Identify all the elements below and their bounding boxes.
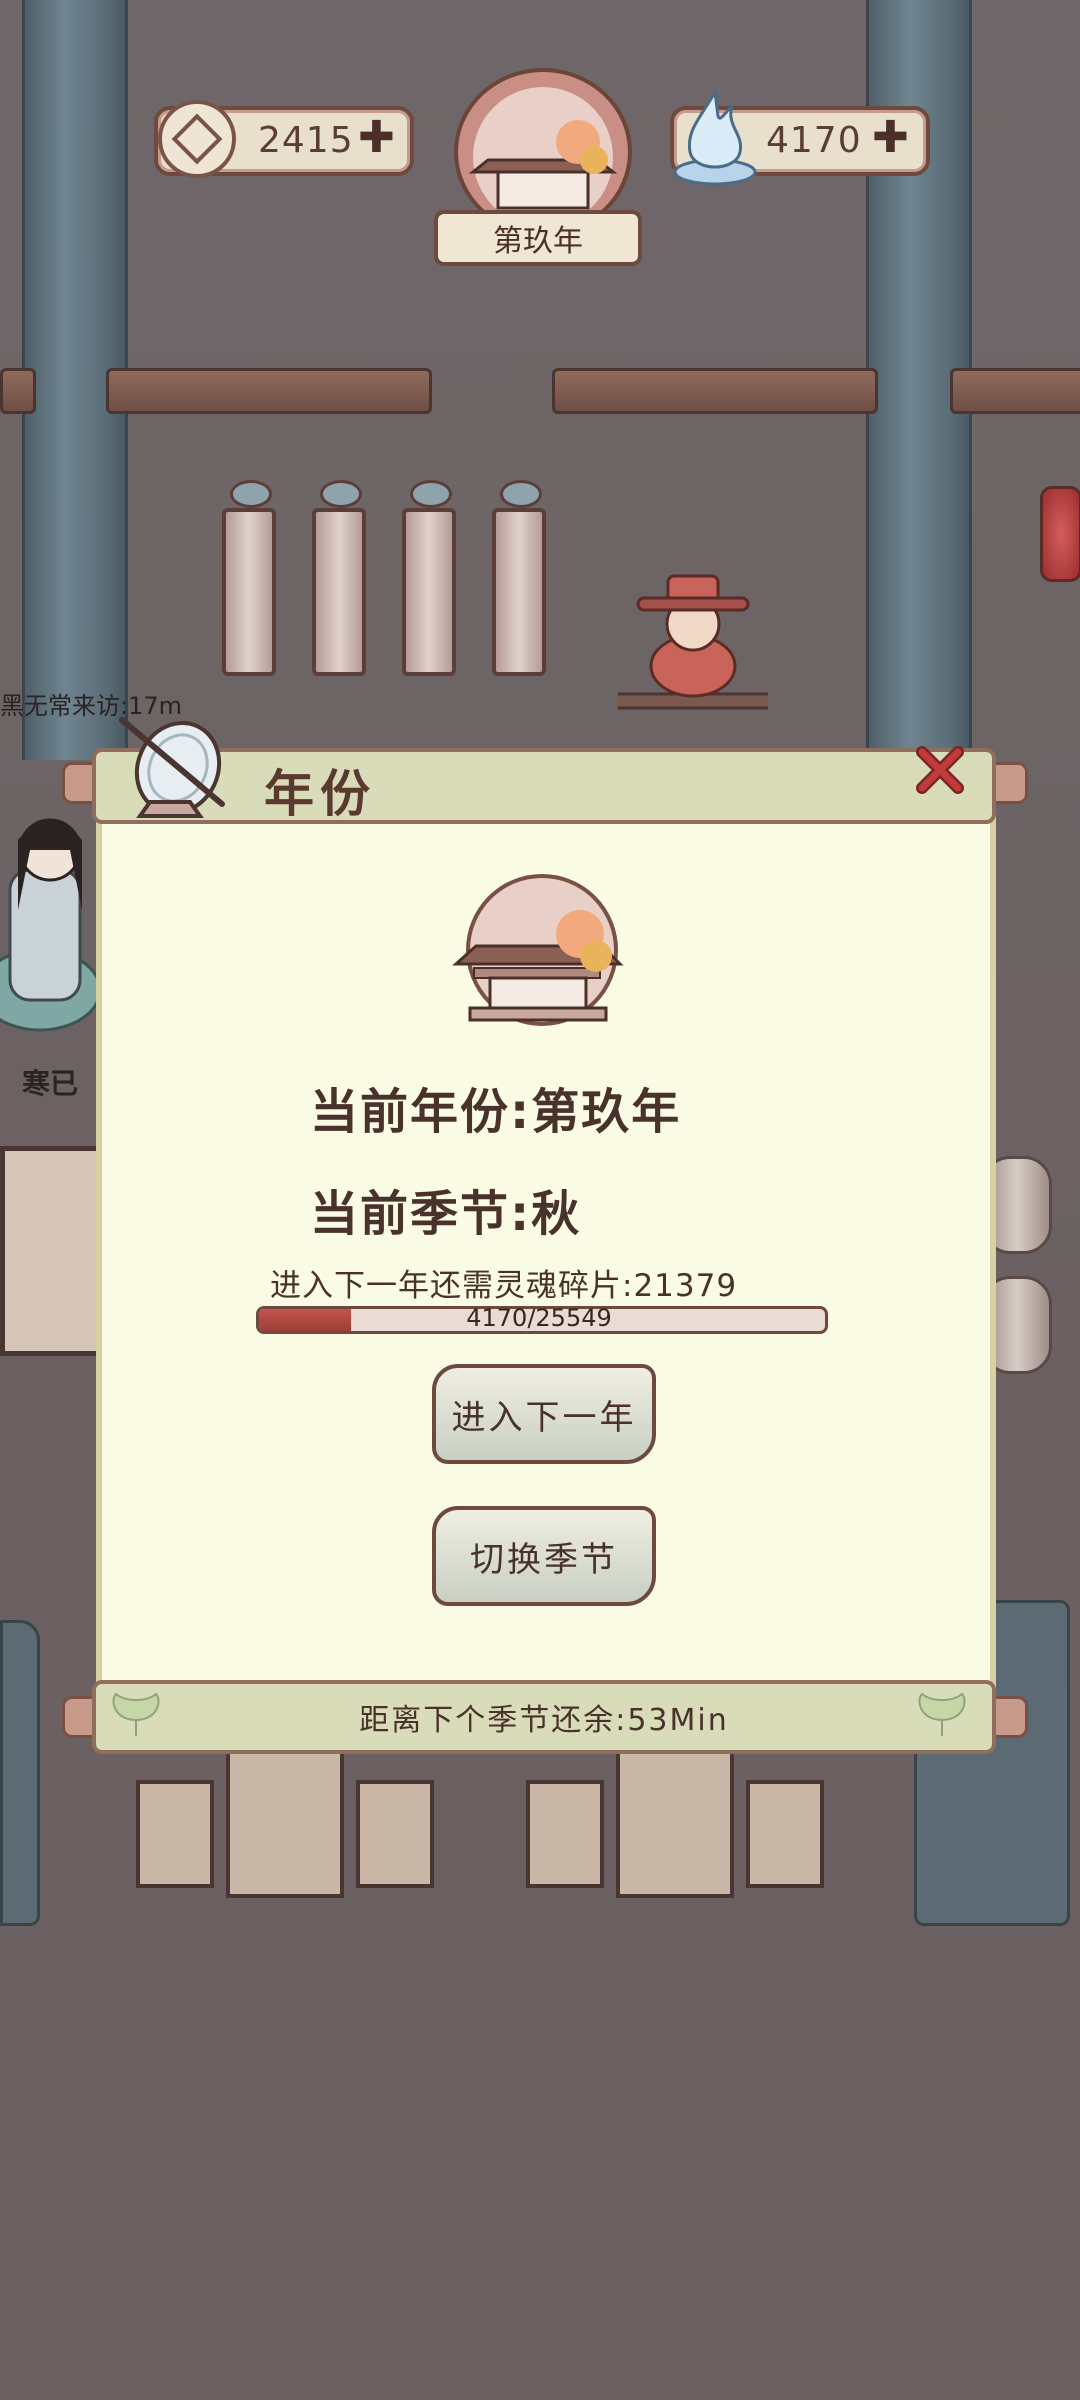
hanging-scroll-2 [312, 480, 366, 676]
soul-value: 4170 [766, 120, 862, 161]
hanging-scroll-1 [222, 480, 276, 676]
shrine-right [526, 1740, 824, 1910]
progress-text: 4170/25549 [466, 1304, 612, 1332]
year-plate: 第玖年 [434, 210, 642, 266]
coin-icon [158, 100, 236, 178]
add-soul-icon[interactable]: ✚ [872, 116, 909, 160]
season-timer-text: 距离下个季节还余:53Min [359, 1703, 729, 1738]
current-season-text: 当前季节:秋 [310, 1186, 582, 1242]
shrine-left [136, 1740, 434, 1910]
beam-right-stub [950, 368, 1080, 414]
character-figure[interactable] [0, 790, 100, 1050]
add-coins-icon[interactable]: ✚ [358, 116, 395, 160]
character-name: 寒已 [22, 1067, 79, 1100]
dialog-footer: 距离下个季节还余:53Min [92, 1680, 996, 1754]
beam-left [106, 368, 432, 414]
requirement-text: 进入下一年还需灵魂碎片:21379 [270, 1268, 738, 1304]
next-year-label: 进入下一年 [451, 1397, 637, 1438]
pavilion-emblem-icon [452, 874, 624, 1026]
year-label: 第玖年 [493, 224, 583, 259]
dialog-emblem [450, 872, 630, 1032]
sundial-icon [119, 717, 225, 818]
switch-season-label: 切换季节 [470, 1539, 618, 1580]
left-stone-block [0, 1620, 40, 1926]
red-lantern [1040, 486, 1080, 582]
hanging-scroll-4 [492, 480, 546, 676]
beam-left-stub [0, 368, 36, 414]
current-year-text: 当前年份:第玖年 [310, 1084, 682, 1140]
next-year-button[interactable]: 进入下一年 [432, 1364, 656, 1464]
deity-figure[interactable] [618, 566, 768, 716]
ginkgo-leaf-icon [112, 1692, 160, 1736]
coins-value: 2415 [258, 120, 354, 161]
close-icon[interactable] [914, 744, 966, 796]
left-wall-painting [0, 1146, 102, 1356]
soul-flame-icon [673, 87, 757, 186]
switch-season-button[interactable]: 切换季节 [432, 1506, 656, 1606]
hanging-scroll-3 [402, 480, 456, 676]
dialog-title: 年份 [264, 765, 376, 823]
beam-right [552, 368, 878, 414]
ginkgo-leaf-icon [918, 1692, 966, 1736]
